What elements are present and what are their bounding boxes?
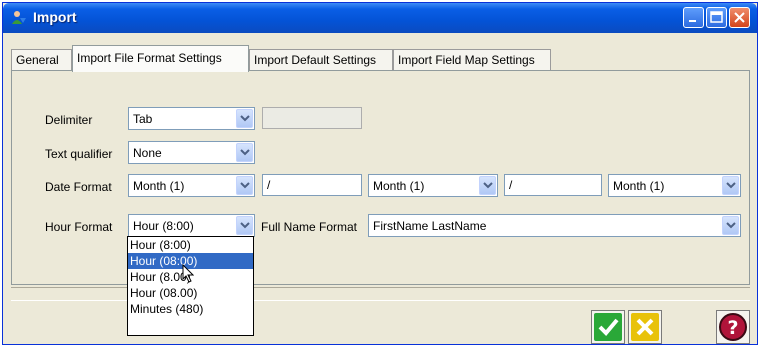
import-window: Import General Import File Format Settin…: [2, 2, 758, 345]
chevron-down-icon[interactable]: [236, 109, 253, 128]
delimiter-value: Tab: [133, 112, 153, 126]
chevron-down-icon[interactable]: [722, 176, 739, 195]
date-format-part1-select[interactable]: Month (1): [128, 174, 255, 197]
full-name-format-select[interactable]: FirstName LastName: [368, 214, 741, 237]
divider: [11, 300, 750, 301]
close-button[interactable]: [729, 7, 750, 28]
date-format-part3-select[interactable]: Month (1): [608, 174, 741, 197]
delimiter-select[interactable]: Tab: [128, 107, 255, 130]
ok-button[interactable]: [591, 310, 625, 344]
date-separator1-field[interactable]: /: [262, 174, 362, 196]
minimize-icon: [689, 20, 696, 22]
title-bar[interactable]: Import: [3, 3, 757, 33]
window-title: Import: [33, 9, 77, 25]
chevron-down-icon[interactable]: [479, 176, 496, 195]
button-bar: ?: [11, 287, 750, 344]
close-icon: [734, 12, 745, 23]
x-icon: [631, 313, 659, 341]
hour-format-value: Hour (8:00): [133, 219, 194, 233]
chevron-down-icon[interactable]: [236, 216, 253, 235]
date-format-part1-value: Month (1): [133, 179, 185, 193]
date-format-part2-select[interactable]: Month (1): [368, 174, 498, 197]
chevron-down-icon[interactable]: [236, 176, 253, 195]
tab-import-default-settings[interactable]: Import Default Settings: [249, 49, 393, 70]
delimiter-label: Delimiter: [45, 113, 93, 127]
help-button[interactable]: ?: [716, 310, 750, 344]
hour-format-label: Hour Format: [45, 220, 113, 234]
hour-format-select[interactable]: Hour (8:00): [128, 214, 255, 237]
text-qualifier-select[interactable]: None: [128, 141, 255, 164]
tab-label: Import File Format Settings: [77, 51, 222, 65]
hour-option-1[interactable]: Hour (8:00): [128, 237, 253, 253]
tab-label: Import Field Map Settings: [398, 53, 535, 67]
minimize-button[interactable]: [683, 7, 704, 28]
date-separator2-value: /: [509, 178, 513, 192]
full-name-format-value: FirstName LastName: [373, 219, 487, 233]
hour-option-4[interactable]: Hour (08.00): [128, 285, 253, 301]
tab-label: General: [16, 53, 59, 67]
hour-option-5[interactable]: Minutes (480): [128, 301, 253, 317]
chevron-down-icon[interactable]: [236, 143, 253, 162]
full-name-format-label: Full Name Format: [261, 220, 358, 234]
tab-import-field-map-settings[interactable]: Import Field Map Settings: [393, 49, 551, 70]
date-format-part3-value: Month (1): [613, 179, 665, 193]
hour-format-dropdown-list: Hour (8:00) Hour (08:00) Hour (8.00) Hou…: [127, 236, 254, 336]
text-qualifier-value: None: [133, 146, 162, 160]
app-icon: [12, 11, 26, 24]
chevron-down-icon[interactable]: [722, 216, 739, 235]
help-icon: ?: [719, 313, 747, 341]
text-qualifier-label: Text qualifier: [45, 147, 113, 161]
maximize-button[interactable]: [706, 7, 727, 28]
date-separator1-value: /: [267, 178, 271, 192]
date-format-label: Date Format: [45, 180, 112, 194]
tab-general[interactable]: General: [11, 49, 72, 70]
date-separator2-field[interactable]: /: [504, 174, 602, 196]
checkmark-icon: [594, 313, 622, 341]
delimiter-custom-field: [262, 107, 362, 129]
tab-label: Import Default Settings: [254, 53, 377, 67]
mouse-cursor-icon: [182, 264, 194, 283]
maximize-icon: [710, 11, 723, 23]
tab-import-file-format-settings[interactable]: Import File Format Settings: [72, 45, 249, 72]
cancel-button[interactable]: [628, 310, 662, 344]
svg-text:?: ?: [727, 317, 738, 339]
date-format-part2-value: Month (1): [373, 179, 425, 193]
